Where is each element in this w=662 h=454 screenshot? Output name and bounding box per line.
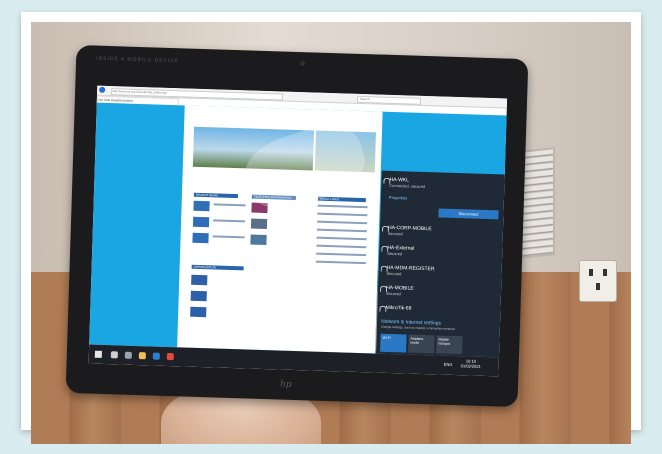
network-item[interactable]: HA-CORP-MOBILE Secured (381, 225, 432, 238)
news-thumbnail[interactable] (192, 216, 210, 228)
wifi-icon (381, 225, 390, 232)
news-thumbnail[interactable] (192, 232, 209, 244)
network-status: Secured (387, 250, 403, 257)
clock[interactable]: 16:10 01/02/2021 (460, 358, 481, 369)
tablet-brand-text: INSIDE A MOBILE DEVICE (96, 55, 180, 65)
wifi-icon (383, 177, 391, 184)
photo-frame: INSIDE A MOBILE DEVICE http://www.ha.org… (21, 12, 641, 444)
properties-link[interactable]: Properties (389, 195, 407, 201)
back-icon[interactable] (99, 86, 106, 93)
wifi-icon (381, 245, 389, 252)
tablet-screen: http://www.ha.org.hk/visitor/ha_index.as… (88, 85, 508, 377)
wifi-flyout: HA-WKL Connected, secured Properties Dis… (376, 170, 505, 358)
search-input[interactable]: Search... (356, 95, 422, 105)
internet-explorer-icon[interactable] (152, 352, 160, 360)
appreciation-thumbnail[interactable] (190, 306, 207, 318)
appreciation-thumbnail[interactable] (191, 274, 208, 286)
power-outlet (579, 260, 617, 302)
windows-start-icon[interactable] (94, 350, 102, 358)
network-settings-description: Change settings, such as making a connec… (380, 324, 456, 332)
quick-action-mobile-hotspot[interactable]: Mobile hotspot (436, 335, 463, 355)
tablet-device: INSIDE A MOBILE DEVICE http://www.ha.org… (65, 44, 529, 408)
language-indicator[interactable]: ENG (444, 362, 453, 367)
file-explorer-icon[interactable] (138, 352, 146, 360)
wifi-icon (379, 305, 387, 312)
network-status: Connected, secured (389, 182, 426, 190)
network-item[interactable]: HA-MOBILE Secured (379, 285, 414, 298)
quick-action-wifi[interactable]: Wi-Fi (380, 333, 407, 353)
photograph: INSIDE A MOBILE DEVICE http://www.ha.org… (31, 22, 631, 444)
wifi-icon (379, 285, 388, 292)
wifi-icon (380, 265, 388, 272)
appreciation-thumbnail[interactable] (190, 290, 207, 302)
network-item[interactable]: HA-External Secured (381, 245, 414, 258)
network-item[interactable]: MikroTik-68 (379, 304, 412, 312)
task-view-icon[interactable] (124, 351, 132, 359)
featured-thumbnail[interactable] (250, 234, 267, 246)
network-status: Secured (385, 290, 401, 297)
hp-logo: hp (279, 379, 292, 390)
camera-icon (300, 61, 306, 67)
quick-action-airplane-mode[interactable]: Airplane mode (408, 334, 435, 354)
search-icon[interactable] (110, 351, 118, 359)
network-item[interactable]: HA-MDM-REGISTER Secured (380, 265, 435, 278)
date-text: 01/02/2021 (460, 363, 481, 369)
chrome-icon[interactable] (166, 352, 174, 361)
featured-thumbnail[interactable] (250, 218, 268, 230)
news-thumbnail[interactable] (193, 200, 210, 212)
network-current[interactable]: HA-WKL Connected, secured (383, 177, 426, 190)
network-name: MikroTik-68 (385, 304, 412, 312)
disconnect-button[interactable]: Disconnect (438, 208, 499, 220)
